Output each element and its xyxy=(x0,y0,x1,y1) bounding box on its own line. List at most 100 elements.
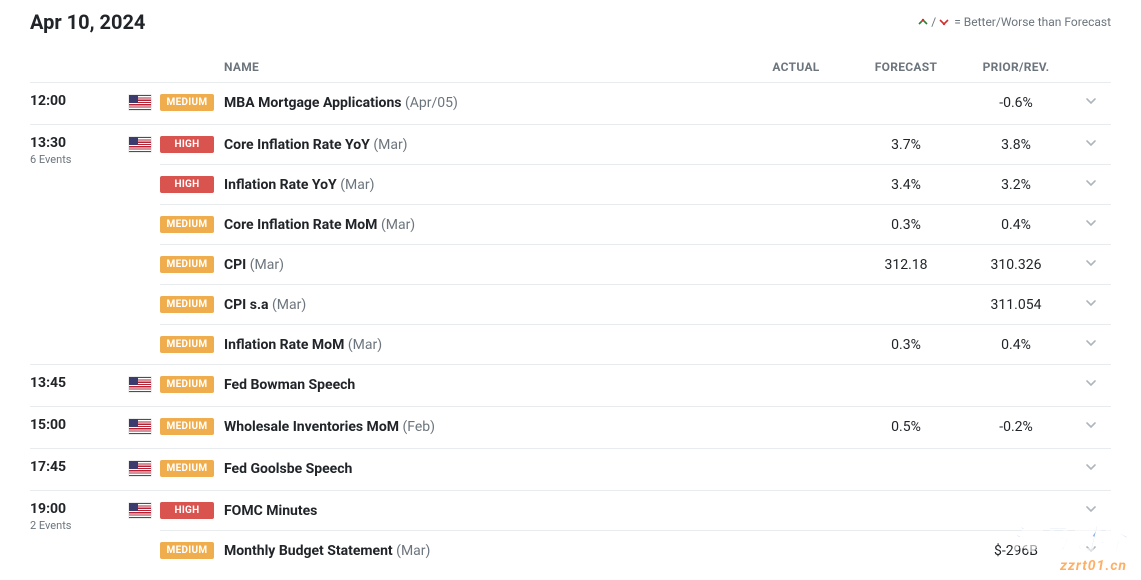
expand-toggle[interactable] xyxy=(1071,501,1111,520)
time-group-row: 13:306 Events HIGH Core Inflation Rate YoY… xyxy=(30,125,1111,365)
time-cell: 19:002 Events xyxy=(30,491,120,571)
events-cell: MEDIUM MBA Mortgage Applications (Apr/05)… xyxy=(160,83,1111,125)
event-name-main: Fed Bowman Speech xyxy=(224,377,355,393)
event-prior: 3.2% xyxy=(961,177,1071,193)
event-name-main: Monthly Budget Statement xyxy=(224,543,393,559)
event-name-main: Core Inflation Rate YoY xyxy=(224,137,370,153)
event-name-main: Core Inflation Rate MoM xyxy=(224,217,377,233)
us-flag-icon xyxy=(129,95,151,110)
chevron-down-icon xyxy=(1084,335,1098,354)
legend: / = Better/Worse than Forecast xyxy=(917,15,1111,29)
event-period: (Mar) xyxy=(381,217,415,233)
event-row[interactable]: MEDIUMCPI s.a (Mar)311.054 xyxy=(160,284,1111,324)
event-prior: 0.4% xyxy=(961,337,1071,353)
impact-badge: MEDIUM xyxy=(160,256,214,273)
impact-badge: MEDIUM xyxy=(160,376,214,393)
impact-badge: HIGH xyxy=(160,502,214,519)
impact-badge: MEDIUM xyxy=(160,418,214,435)
event-name-main: MBA Mortgage Applications xyxy=(224,95,402,111)
event-period: (Mar) xyxy=(373,137,407,153)
event-forecast: 0.5% xyxy=(851,419,961,435)
event-row[interactable]: HIGHFOMC Minutes xyxy=(160,491,1111,530)
event-prior: $-296B xyxy=(961,543,1071,559)
event-row[interactable]: MEDIUM Monthly Budget Statement (Mar) $-29… xyxy=(160,530,1111,570)
event-name: Monthly Budget Statement (Mar) xyxy=(224,543,741,559)
time-cell: 13:306 Events xyxy=(30,125,120,365)
chevron-down-icon xyxy=(1084,295,1098,314)
impact-badge: MEDIUM xyxy=(160,460,214,477)
table-header-row: NAME ACTUAL FORECAST PRIOR/REV. xyxy=(30,52,1111,83)
event-forecast: 0.3% xyxy=(851,337,961,353)
event-period: (Mar) xyxy=(250,257,284,273)
impact-badge: HIGH xyxy=(160,136,214,153)
better-worse-icons: / xyxy=(917,15,950,29)
chevron-down-icon xyxy=(1084,215,1098,234)
better-icon xyxy=(917,16,929,28)
event-forecast: 3.7% xyxy=(851,137,961,153)
flag-cell xyxy=(120,83,160,125)
worse-icon xyxy=(938,16,950,28)
time-value: 13:45 xyxy=(30,375,114,391)
expand-toggle[interactable] xyxy=(1071,335,1111,354)
event-name-main: Fed Goolsbe Speech xyxy=(224,461,352,477)
flag-cell xyxy=(120,491,160,571)
event-prior: 310.326 xyxy=(961,257,1071,273)
expand-toggle[interactable] xyxy=(1071,375,1111,394)
impact-badge: HIGH xyxy=(160,176,214,193)
event-row[interactable]: MEDIUM Fed Goolsbe Speech xyxy=(160,449,1111,488)
event-name: Core Inflation Rate YoY (Mar) xyxy=(224,137,741,153)
event-prior: -0.6% xyxy=(961,95,1071,111)
legend-sep: / xyxy=(931,15,936,29)
event-period: (Apr/05) xyxy=(405,95,458,111)
expand-toggle[interactable] xyxy=(1071,175,1111,194)
time-group-row: 12:00 MEDIUM MBA Mortgage Applications (Ap… xyxy=(30,83,1111,125)
event-prior: 0.4% xyxy=(961,217,1071,233)
event-period: (Mar) xyxy=(396,543,430,559)
us-flag-icon xyxy=(129,503,151,518)
chevron-down-icon xyxy=(1084,375,1098,394)
event-row[interactable]: MEDIUMCore Inflation Rate MoM (Mar)0.3%0… xyxy=(160,204,1111,244)
time-value: 13:30 xyxy=(30,135,114,151)
us-flag-icon xyxy=(129,137,151,152)
event-name: CPI (Mar) xyxy=(224,257,741,273)
event-period: (Mar) xyxy=(340,177,374,193)
event-row[interactable]: MEDIUM MBA Mortgage Applications (Apr/05)… xyxy=(160,83,1111,122)
event-prior: 3.8% xyxy=(961,137,1071,153)
impact-badge: MEDIUM xyxy=(160,296,214,313)
col-forecast: FORECAST xyxy=(851,52,961,83)
chevron-down-icon xyxy=(1084,175,1098,194)
event-row[interactable]: MEDIUMCPI (Mar)312.18310.326 xyxy=(160,244,1111,284)
event-row[interactable]: MEDIUM Inflation Rate MoM (Mar) 0.3%0.4% xyxy=(160,324,1111,364)
event-name: Inflation Rate MoM (Mar) xyxy=(224,337,741,353)
flag-cell xyxy=(120,365,160,407)
expand-toggle[interactable] xyxy=(1071,135,1111,154)
expand-toggle[interactable] xyxy=(1071,417,1111,436)
event-name: CPI s.a (Mar) xyxy=(224,297,741,313)
events-cell: MEDIUM Wholesale Inventories MoM (Feb) 0.5… xyxy=(160,407,1111,449)
expand-toggle[interactable] xyxy=(1071,93,1111,112)
event-name: Wholesale Inventories MoM (Feb) xyxy=(224,419,741,435)
impact-badge: MEDIUM xyxy=(160,94,214,111)
flag-cell xyxy=(120,449,160,491)
event-period: (Feb) xyxy=(402,419,435,435)
event-row[interactable]: HIGHInflation Rate YoY (Mar)3.4%3.2% xyxy=(160,164,1111,204)
time-cell: 15:00 xyxy=(30,407,120,449)
impact-badge: MEDIUM xyxy=(160,542,214,559)
event-row[interactable]: MEDIUM Wholesale Inventories MoM (Feb) 0.5… xyxy=(160,407,1111,446)
expand-toggle[interactable] xyxy=(1071,295,1111,314)
expand-toggle[interactable] xyxy=(1071,255,1111,274)
event-row[interactable]: MEDIUM Fed Bowman Speech xyxy=(160,365,1111,404)
event-name-main: CPI s.a xyxy=(224,297,269,313)
expand-toggle[interactable] xyxy=(1071,541,1111,560)
expand-toggle[interactable] xyxy=(1071,459,1111,478)
event-name-main: Inflation Rate YoY xyxy=(224,177,337,193)
chevron-down-icon xyxy=(1084,459,1098,478)
col-prior: PRIOR/REV. xyxy=(961,52,1071,83)
events-cell: HIGH Core Inflation Rate YoY (Mar) 3.7%3.8… xyxy=(160,125,1111,365)
event-row[interactable]: HIGH Core Inflation Rate YoY (Mar) 3.7%3.8… xyxy=(160,125,1111,164)
impact-badge: MEDIUM xyxy=(160,336,214,353)
time-cell: 12:00 xyxy=(30,83,120,125)
col-actual: ACTUAL xyxy=(741,52,851,83)
expand-toggle[interactable] xyxy=(1071,215,1111,234)
chevron-down-icon xyxy=(1084,417,1098,436)
